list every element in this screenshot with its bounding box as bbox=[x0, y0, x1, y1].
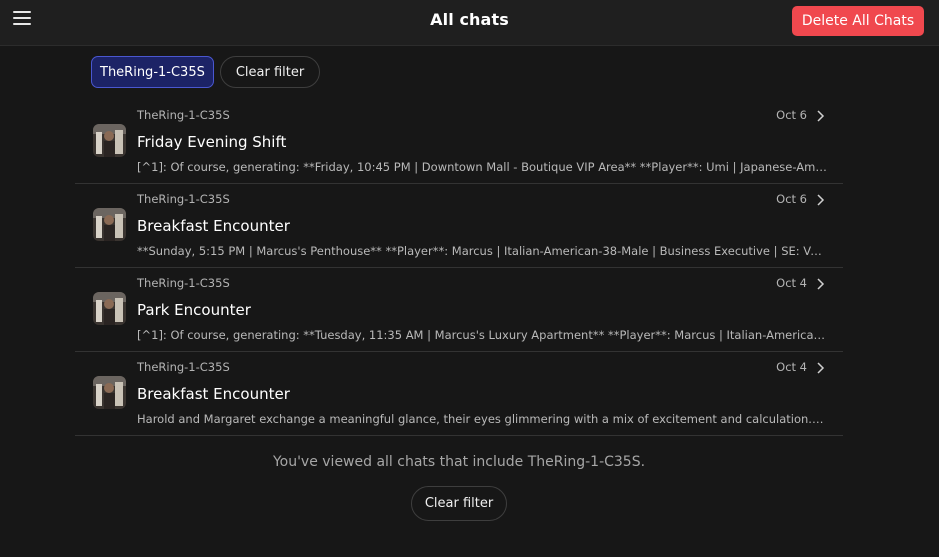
chat-list-item[interactable]: TheRing-1-C35S Oct 4 Breakfast Encounter… bbox=[75, 352, 843, 436]
chat-date: Oct 4 bbox=[776, 360, 807, 374]
chat-preview: **Sunday, 5:15 PM | Marcus's Penthouse**… bbox=[137, 244, 827, 258]
delete-all-chats-button[interactable]: Delete All Chats bbox=[792, 6, 924, 36]
chat-title: Friday Evening Shift bbox=[137, 133, 287, 151]
chat-date: Oct 4 bbox=[776, 276, 807, 290]
character-avatar bbox=[93, 124, 126, 157]
chevron-right-icon bbox=[817, 362, 825, 374]
character-name: TheRing-1-C35S bbox=[137, 360, 230, 374]
chat-list-item[interactable]: TheRing-1-C35S Oct 6 Breakfast Encounter… bbox=[75, 184, 843, 268]
chat-title: Breakfast Encounter bbox=[137, 385, 290, 403]
filter-bar: TheRing-1-C35S Clear filter bbox=[91, 56, 321, 89]
character-name: TheRing-1-C35S bbox=[137, 108, 230, 122]
chat-title: Park Encounter bbox=[137, 301, 251, 319]
chat-date: Oct 6 bbox=[776, 108, 807, 122]
chat-title: Breakfast Encounter bbox=[137, 217, 290, 235]
chat-preview: [^1]: Of course, generating: **Tuesday, … bbox=[137, 328, 827, 342]
chevron-right-icon bbox=[817, 110, 825, 122]
active-character-filter-chip[interactable]: TheRing-1-C35S bbox=[91, 56, 214, 88]
chevron-right-icon bbox=[817, 278, 825, 290]
chat-preview: Harold and Margaret exchange a meaningfu… bbox=[137, 412, 827, 426]
character-name: TheRing-1-C35S bbox=[137, 276, 230, 290]
chat-list-item[interactable]: TheRing-1-C35S Oct 4 Park Encounter [^1]… bbox=[75, 268, 843, 352]
character-name: TheRing-1-C35S bbox=[137, 192, 230, 206]
chevron-right-icon bbox=[817, 194, 825, 206]
chat-preview: [^1]: Of course, generating: **Friday, 1… bbox=[137, 160, 827, 174]
chat-list: TheRing-1-C35S Oct 6 Friday Evening Shif… bbox=[75, 100, 843, 436]
clear-filter-bottom-button[interactable]: Clear filter bbox=[411, 486, 507, 521]
character-avatar bbox=[93, 208, 126, 241]
chat-list-item[interactable]: TheRing-1-C35S Oct 6 Friday Evening Shif… bbox=[75, 100, 843, 184]
character-avatar bbox=[93, 376, 126, 409]
chat-date: Oct 6 bbox=[776, 192, 807, 206]
end-of-list-message: You've viewed all chats that include The… bbox=[272, 454, 646, 470]
top-bar: All chats Delete All Chats bbox=[0, 0, 939, 46]
character-avatar bbox=[93, 292, 126, 325]
clear-filter-button[interactable]: Clear filter bbox=[219, 56, 321, 88]
